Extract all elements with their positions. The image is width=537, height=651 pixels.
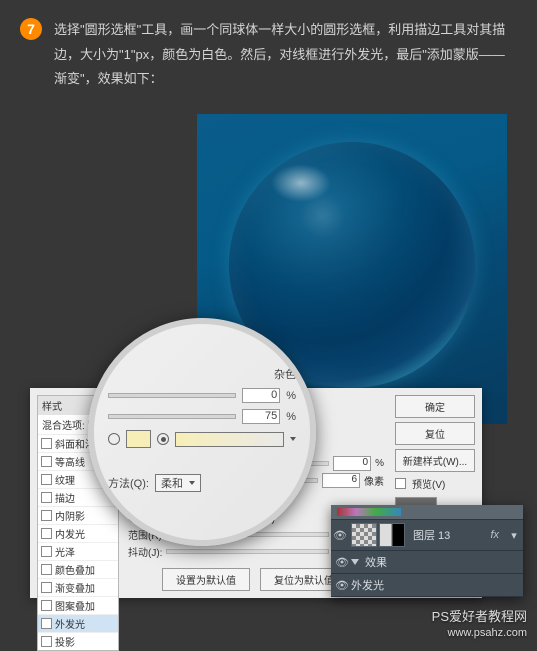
unit-percent: % — [286, 390, 296, 402]
sidebar-item-drop-shadow[interactable]: 投影 — [38, 632, 118, 650]
visibility-eye-icon[interactable]: 👁 — [333, 579, 351, 592]
checkbox-icon[interactable] — [41, 564, 52, 575]
checkbox-icon[interactable] — [41, 636, 52, 647]
layers-gradient-strip — [331, 505, 523, 520]
make-default-button[interactable]: 设置为默认值 — [162, 568, 250, 591]
checkbox-icon[interactable] — [41, 510, 52, 521]
chevron-down-icon[interactable] — [290, 437, 296, 441]
sidebar-item-inner-glow[interactable]: 内发光 — [38, 524, 118, 542]
layer-effects-row[interactable]: 👁 效果 — [331, 551, 523, 574]
mag-noise-input[interactable]: 0 — [242, 388, 280, 403]
checkbox-icon[interactable] — [41, 528, 52, 539]
jitter-slider[interactable] — [166, 549, 329, 554]
gradient-swatch[interactable] — [175, 432, 284, 447]
checkbox-icon[interactable] — [41, 582, 52, 593]
checkbox-icon[interactable] — [41, 600, 52, 611]
step-instruction-text: 选择"圆形选框"工具，画一个同球体一样大小的圆形选框，利用描边工具对其描边，大小… — [54, 18, 509, 92]
mag-method-dropdown[interactable]: 柔和 — [155, 474, 201, 492]
watermark-title: PS爱好者教程网 — [432, 606, 527, 625]
spread-input[interactable]: 0 — [333, 456, 371, 471]
visibility-eye-icon[interactable]: 👁 — [331, 529, 349, 542]
magnifier-lens: 杂色 0 % 75 % 方法(Q): 柔和 — [88, 318, 316, 546]
step-number-badge: 7 — [20, 18, 42, 40]
layer-name[interactable]: 图层 13 — [407, 527, 490, 543]
layer-mask-thumbnail[interactable] — [379, 523, 405, 547]
jitter-label: 抖动(J): — [128, 544, 162, 559]
checkbox-icon[interactable] — [41, 438, 52, 449]
mag-noise-slider[interactable] — [108, 393, 236, 398]
size-input[interactable]: 6 — [322, 473, 360, 488]
chevron-down-icon — [189, 481, 195, 485]
checkbox-icon[interactable] — [41, 492, 52, 503]
cancel-button[interactable]: 复位 — [395, 422, 475, 445]
layer-outer-glow-row[interactable]: 👁 外发光 — [331, 574, 523, 597]
checkbox-icon[interactable] — [41, 474, 52, 485]
sidebar-item-satin[interactable]: 光泽 — [38, 542, 118, 560]
new-style-button[interactable]: 新建样式(W)... — [395, 449, 475, 472]
unit-percent: % — [375, 458, 384, 469]
watermark-url: www.psahz.com — [448, 627, 527, 639]
mag-method-label: 方法(Q): — [108, 475, 149, 491]
checkbox-icon[interactable] — [41, 456, 52, 467]
outer-glow-label: 外发光 — [351, 577, 384, 593]
layer-fx-badge[interactable]: fx — [490, 529, 505, 541]
unit-px: 像素 — [364, 473, 384, 488]
effects-label: 效果 — [365, 554, 387, 570]
sidebar-item-inner-shadow[interactable]: 内阴影 — [38, 506, 118, 524]
mag-opacity-slider[interactable] — [108, 414, 236, 419]
layer-thumbnail[interactable] — [351, 523, 377, 547]
checkbox-icon[interactable] — [41, 546, 52, 557]
layer-row[interactable]: 👁 图层 13 fx ▾ — [331, 520, 523, 551]
sidebar-item-outer-glow[interactable]: 外发光 — [38, 614, 118, 632]
mag-opacity-input[interactable]: 75 — [242, 409, 280, 424]
gradient-radio[interactable] — [157, 433, 169, 445]
layers-panel: 👁 图层 13 fx ▾ 👁 效果 👁 外发光 — [331, 505, 523, 597]
unit-percent: % — [286, 411, 296, 423]
color-radio[interactable] — [108, 433, 120, 445]
triangle-down-icon — [351, 559, 359, 565]
sidebar-item-color-overlay[interactable]: 颜色叠加 — [38, 560, 118, 578]
ok-button[interactable]: 确定 — [395, 395, 475, 418]
sidebar-item-pattern-overlay[interactable]: 图案叠加 — [38, 596, 118, 614]
fx-chevron-icon[interactable]: ▾ — [505, 529, 523, 542]
preview-checkbox[interactable] — [395, 478, 406, 489]
checkbox-icon[interactable] — [41, 618, 52, 629]
visibility-eye-icon[interactable]: 👁 — [333, 556, 351, 569]
sidebar-item-gradient-overlay[interactable]: 渐变叠加 — [38, 578, 118, 596]
mag-title: 杂色 — [274, 366, 296, 382]
preview-label: 预览(V) — [412, 476, 445, 491]
color-swatch[interactable] — [126, 430, 151, 448]
